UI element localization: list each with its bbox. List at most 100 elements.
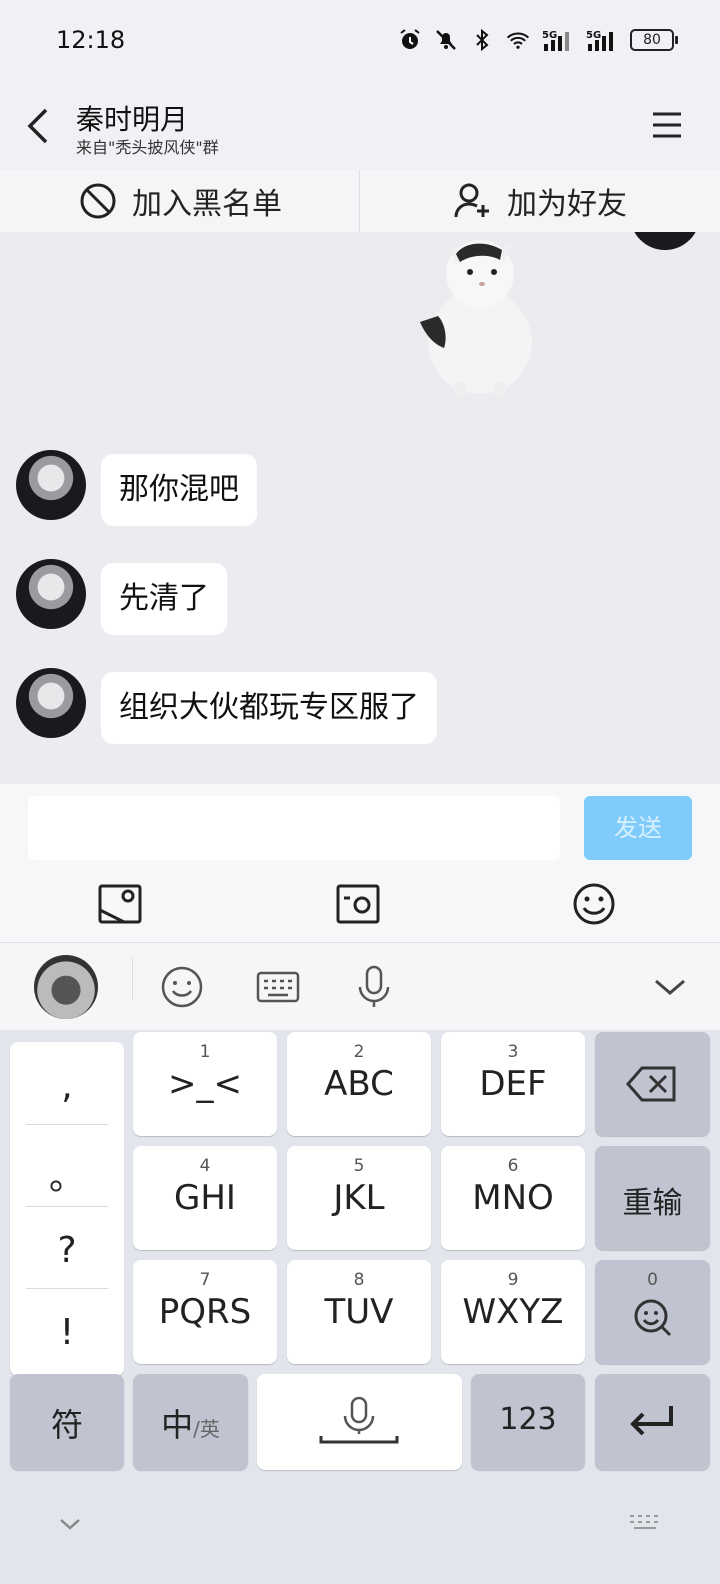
key-label: 重输 [622, 1186, 683, 1221]
composer-tools [0, 864, 720, 942]
emoji-search-icon [634, 1299, 672, 1337]
key-1[interactable]: 1 >_< [133, 1032, 277, 1136]
backspace-icon [626, 1066, 676, 1102]
key-label: GHI [174, 1178, 236, 1218]
wifi-icon [506, 28, 530, 52]
mute-icon [434, 28, 458, 52]
message-input[interactable] [28, 796, 560, 860]
keyboard-skin-avatar[interactable] [34, 955, 98, 1019]
chevron-down-icon [655, 979, 685, 995]
avatar[interactable] [16, 450, 86, 520]
numeric-key[interactable]: 123 [471, 1374, 585, 1470]
block-button[interactable]: 加入黑名单 [0, 170, 360, 232]
emoji-search-key[interactable]: 0 [595, 1260, 710, 1364]
punct-divider [26, 1124, 108, 1125]
key-7[interactable]: 7 PQRS [133, 1260, 277, 1364]
key-8[interactable]: 8 TUV [287, 1260, 431, 1364]
punctuation-list[interactable]: , 。 ? ! [10, 1042, 124, 1376]
keyboard: , 。 ? ! 1 >_< 2 ABC 3 DEF 4 GHI 5 JKL 6 MNO 重输… [0, 1030, 720, 1584]
svg-text:5G: 5G [586, 30, 601, 41]
back-button[interactable] [22, 104, 58, 148]
collapse-keyboard-button[interactable] [646, 963, 694, 1011]
emoji-icon [161, 966, 203, 1008]
message-bubble[interactable]: 组织大伙都玩专区服了 [101, 672, 437, 744]
add-user-icon [454, 183, 489, 218]
microphone-icon [358, 965, 390, 1007]
emoji-button[interactable] [570, 880, 618, 928]
page-title: 秦时明月 [76, 103, 189, 136]
lang-alt: /英 [193, 1417, 220, 1441]
space-key[interactable] [257, 1374, 462, 1470]
key-4[interactable]: 4 GHI [133, 1146, 277, 1250]
add-friend-button[interactable]: 加为好友 [360, 170, 720, 232]
status-icons: 5G 5G 80 [398, 28, 678, 52]
key-3[interactable]: 3 DEF [441, 1032, 585, 1136]
message-bubble[interactable]: 那你混吧 [101, 454, 257, 526]
backspace-key[interactable] [595, 1032, 710, 1136]
send-button[interactable]: 发送 [584, 796, 692, 860]
hide-keyboard-button[interactable] [56, 1510, 84, 1538]
self-avatar[interactable] [630, 232, 700, 250]
key-label: TUV [324, 1292, 394, 1332]
battery-icon: 80 [630, 29, 678, 51]
key-num: 1 [199, 1042, 211, 1062]
chevron-down-icon [60, 1519, 80, 1530]
punct-period[interactable]: 。 [10, 1148, 124, 1200]
avatar[interactable] [16, 668, 86, 738]
punct-question[interactable]: ? [10, 1230, 124, 1271]
punct-exclaim[interactable]: ! [10, 1312, 124, 1353]
key-label: 中/英 [133, 1400, 248, 1446]
key-num: 2 [353, 1042, 365, 1062]
key-label: JKL [333, 1178, 385, 1218]
alarm-icon [398, 28, 422, 52]
emoji-icon [573, 883, 615, 925]
key-num: 5 [353, 1156, 365, 1176]
add-friend-label: 加为好友 [507, 187, 627, 222]
key-6[interactable]: 6 MNO [441, 1146, 585, 1250]
page-subtitle: 来自"秃头披风侠"群 [76, 138, 219, 157]
avatar[interactable] [16, 559, 86, 629]
keyboard-icon [630, 1515, 658, 1529]
language-switch-key[interactable]: 中/英 [133, 1374, 248, 1470]
key-label: 123 [499, 1402, 557, 1437]
image-button[interactable] [96, 880, 144, 928]
block-icon [80, 183, 116, 219]
keyboard-toolbar [0, 942, 720, 1031]
svg-text:5G: 5G [542, 30, 557, 41]
image-icon [98, 884, 142, 924]
key-label: >_< [168, 1064, 242, 1104]
key-2[interactable]: 2 ABC [287, 1032, 431, 1136]
keyboard-layout-button[interactable] [254, 963, 302, 1011]
key-label: DEF [479, 1064, 547, 1104]
key-num: 0 [647, 1270, 658, 1290]
bluetooth-icon [470, 28, 494, 52]
punct-divider [26, 1288, 108, 1289]
enter-key[interactable] [595, 1374, 710, 1470]
key-num: 4 [199, 1156, 211, 1176]
key-num: 7 [199, 1270, 211, 1290]
menu-icon [653, 112, 681, 138]
chat-header: 秦时明月 来自"秃头披风侠"群 [0, 86, 720, 170]
voice-input-button[interactable] [350, 963, 398, 1011]
emoji-panel-button[interactable] [158, 963, 206, 1011]
symbol-key[interactable]: 符 [10, 1374, 124, 1470]
block-label: 加入黑名单 [132, 187, 282, 222]
camera-button[interactable] [334, 880, 382, 928]
camera-icon [336, 884, 380, 924]
status-time: 12:18 [56, 26, 126, 54]
punct-comma[interactable]: , [10, 1066, 124, 1107]
sticker-image[interactable] [410, 232, 540, 397]
toolbar-divider [132, 957, 133, 1001]
key-5[interactable]: 5 JKL [287, 1146, 431, 1250]
signal-5g-icon: 5G [542, 28, 574, 52]
keyboard-switch-button[interactable] [628, 1512, 662, 1536]
menu-button[interactable] [650, 108, 684, 142]
status-bar: 12:18 5G 5G 80 [0, 0, 720, 86]
chat-area[interactable]: 那你混吧 先清了 组织大伙都玩专区服了 [0, 232, 720, 784]
message-bubble[interactable]: 先清了 [101, 563, 227, 635]
microphone-icon [319, 1396, 399, 1444]
key-9[interactable]: 9 WXYZ [441, 1260, 585, 1364]
reenter-key[interactable]: 重输 [595, 1146, 710, 1250]
key-num: 8 [353, 1270, 365, 1290]
action-bar: 加入黑名单 加为好友 [0, 170, 720, 233]
